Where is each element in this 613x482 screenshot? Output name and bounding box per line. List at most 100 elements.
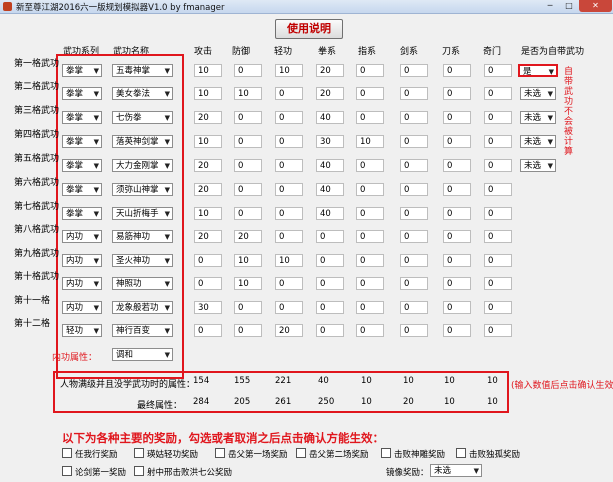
stat-input[interactable]: 0 bbox=[275, 135, 303, 148]
stat-input[interactable]: 0 bbox=[234, 301, 262, 314]
reward-checkbox[interactable]: 岳父第二场奖励 bbox=[296, 448, 369, 460]
stat-input[interactable]: 0 bbox=[316, 301, 344, 314]
school-select[interactable]: 拳掌 ▼ bbox=[62, 111, 102, 124]
minimize-button[interactable]: ─ bbox=[541, 0, 559, 12]
stat-input[interactable]: 0 bbox=[443, 207, 471, 220]
stat-input[interactable]: 0 bbox=[356, 301, 384, 314]
close-button[interactable]: ✕ bbox=[579, 0, 612, 12]
help-button[interactable]: 使用说明 bbox=[275, 19, 343, 39]
stat-input[interactable]: 0 bbox=[443, 64, 471, 77]
stat-input[interactable]: 0 bbox=[234, 111, 262, 124]
stat-input[interactable]: 0 bbox=[356, 183, 384, 196]
stat-input[interactable]: 0 bbox=[356, 64, 384, 77]
stat-input[interactable]: 0 bbox=[316, 324, 344, 337]
self-skill-select[interactable]: 未选 ▼ bbox=[520, 159, 556, 172]
stat-input[interactable]: 0 bbox=[400, 324, 428, 337]
school-select[interactable]: 拳掌 ▼ bbox=[62, 64, 102, 77]
stat-input[interactable]: 0 bbox=[484, 183, 512, 196]
stat-input[interactable]: 0 bbox=[484, 254, 512, 267]
self-skill-select[interactable]: 未选 ▼ bbox=[520, 111, 556, 124]
stat-input[interactable]: 0 bbox=[400, 301, 428, 314]
school-select[interactable]: 拳掌 ▼ bbox=[62, 207, 102, 220]
stat-input[interactable]: 10 bbox=[234, 254, 262, 267]
stat-input[interactable]: 0 bbox=[484, 111, 512, 124]
skill-select[interactable]: 落英神剑掌 ▼ bbox=[112, 135, 173, 148]
stat-input[interactable]: 0 bbox=[443, 301, 471, 314]
stat-input[interactable]: 0 bbox=[443, 183, 471, 196]
skill-select[interactable]: 龙象般若功 ▼ bbox=[112, 301, 173, 314]
self-skill-select[interactable]: 未选 ▼ bbox=[520, 135, 556, 148]
stat-input[interactable]: 0 bbox=[484, 301, 512, 314]
stat-input[interactable]: 0 bbox=[400, 64, 428, 77]
stat-input[interactable]: 0 bbox=[484, 324, 512, 337]
skill-select[interactable]: 须弥山神掌 ▼ bbox=[112, 183, 173, 196]
self-skill-select[interactable]: 是 ▼ bbox=[518, 64, 558, 77]
skill-select[interactable]: 神照功 ▼ bbox=[112, 277, 173, 290]
stat-input[interactable]: 10 bbox=[234, 87, 262, 100]
stat-input[interactable]: 20 bbox=[194, 183, 222, 196]
stat-input[interactable]: 20 bbox=[234, 230, 262, 243]
stat-input[interactable]: 10 bbox=[356, 135, 384, 148]
school-select[interactable]: 内功 ▼ bbox=[62, 277, 102, 290]
reward-checkbox[interactable]: 瑛姑轻功奖励 bbox=[134, 448, 198, 460]
stat-input[interactable]: 0 bbox=[356, 277, 384, 290]
reward-checkbox[interactable]: 击败独孤奖励 bbox=[456, 448, 520, 460]
stat-input[interactable]: 0 bbox=[400, 135, 428, 148]
school-select[interactable]: 内功 ▼ bbox=[62, 301, 102, 314]
stat-input[interactable]: 0 bbox=[400, 183, 428, 196]
stat-input[interactable]: 20 bbox=[275, 324, 303, 337]
stat-input[interactable]: 0 bbox=[356, 87, 384, 100]
school-select[interactable]: 拳掌 ▼ bbox=[62, 135, 102, 148]
base-attr-input[interactable]: 10 bbox=[484, 375, 510, 388]
stat-input[interactable]: 0 bbox=[484, 87, 512, 100]
stat-input[interactable]: 10 bbox=[194, 207, 222, 220]
skill-select[interactable]: 美女拳法 ▼ bbox=[112, 87, 173, 100]
stat-input[interactable]: 0 bbox=[234, 183, 262, 196]
stat-input[interactable]: 20 bbox=[316, 87, 344, 100]
stat-input[interactable]: 0 bbox=[400, 254, 428, 267]
stat-input[interactable]: 0 bbox=[443, 230, 471, 243]
stat-input[interactable]: 20 bbox=[316, 64, 344, 77]
stat-input[interactable]: 10 bbox=[234, 277, 262, 290]
stat-input[interactable]: 30 bbox=[194, 301, 222, 314]
school-select[interactable]: 内功 ▼ bbox=[62, 254, 102, 267]
reward-checkbox[interactable]: 论剑第一奖励 bbox=[62, 466, 126, 478]
stat-input[interactable]: 0 bbox=[356, 230, 384, 243]
stat-input[interactable]: 0 bbox=[275, 183, 303, 196]
skill-select[interactable]: 七伤拳 ▼ bbox=[112, 111, 173, 124]
stat-input[interactable]: 10 bbox=[194, 64, 222, 77]
stat-input[interactable]: 0 bbox=[484, 230, 512, 243]
school-select[interactable]: 拳掌 ▼ bbox=[62, 87, 102, 100]
skill-select[interactable]: 天山折梅手 ▼ bbox=[112, 207, 173, 220]
stat-input[interactable]: 20 bbox=[194, 159, 222, 172]
stat-input[interactable]: 0 bbox=[194, 254, 222, 267]
stat-input[interactable]: 0 bbox=[356, 111, 384, 124]
skill-select[interactable]: 神行百变 ▼ bbox=[112, 324, 173, 337]
school-select[interactable]: 内功 ▼ bbox=[62, 230, 102, 243]
stat-input[interactable]: 0 bbox=[400, 111, 428, 124]
stat-input[interactable]: 0 bbox=[275, 230, 303, 243]
stat-input[interactable]: 0 bbox=[234, 64, 262, 77]
stat-input[interactable]: 0 bbox=[316, 254, 344, 267]
stat-input[interactable]: 40 bbox=[316, 183, 344, 196]
stat-input[interactable]: 0 bbox=[356, 159, 384, 172]
stat-input[interactable]: 0 bbox=[443, 135, 471, 148]
stat-input[interactable]: 30 bbox=[316, 135, 344, 148]
maximize-button[interactable]: □ bbox=[560, 0, 578, 12]
stat-input[interactable]: 0 bbox=[356, 207, 384, 220]
stat-input[interactable]: 0 bbox=[400, 277, 428, 290]
stat-input[interactable]: 0 bbox=[316, 277, 344, 290]
stat-input[interactable]: 0 bbox=[443, 111, 471, 124]
stat-input[interactable]: 0 bbox=[443, 324, 471, 337]
stat-input[interactable]: 10 bbox=[194, 87, 222, 100]
stat-input[interactable]: 40 bbox=[316, 111, 344, 124]
skill-select[interactable]: 圣火神功 ▼ bbox=[112, 254, 173, 267]
stat-input[interactable]: 0 bbox=[484, 277, 512, 290]
stat-input[interactable]: 0 bbox=[234, 135, 262, 148]
stat-input[interactable]: 0 bbox=[275, 277, 303, 290]
self-skill-select[interactable]: 未选 ▼ bbox=[520, 87, 556, 100]
stat-input[interactable]: 0 bbox=[443, 159, 471, 172]
stat-input[interactable]: 0 bbox=[356, 254, 384, 267]
stat-input[interactable]: 0 bbox=[443, 277, 471, 290]
stat-input[interactable]: 10 bbox=[194, 135, 222, 148]
